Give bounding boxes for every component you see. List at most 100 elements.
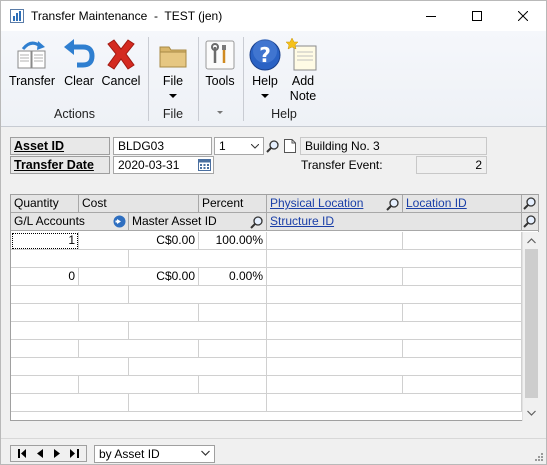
grid-cell[interactable] — [79, 376, 199, 394]
asset-suffix-value: 1 — [219, 139, 226, 153]
tools-label: Tools — [205, 74, 235, 88]
asset-suffix-select[interactable]: 1 — [214, 137, 264, 155]
grid-cell[interactable] — [267, 394, 522, 412]
grid-cell[interactable] — [267, 358, 522, 376]
master-asset-lookup-icon[interactable] — [249, 214, 265, 230]
structure-id-lookup-icon — [523, 215, 536, 228]
grid-cell[interactable] — [403, 232, 522, 250]
clear-button[interactable]: Clear — [59, 34, 99, 98]
calendar-icon[interactable] — [198, 159, 211, 171]
cancel-button[interactable]: Cancel — [100, 34, 142, 98]
transfer-date-field[interactable]: 2020-03-31 — [113, 156, 214, 174]
grid-cell[interactable] — [11, 250, 129, 268]
grid-cell[interactable] — [267, 340, 403, 358]
grid-cell[interactable]: 1 — [11, 232, 79, 250]
transfer-date-label: Transfer Date — [10, 156, 110, 174]
add-note-label-line1: Add — [291, 74, 315, 88]
col-structure-id[interactable]: Structure ID — [267, 213, 522, 231]
grid-cell[interactable] — [129, 394, 267, 412]
close-icon — [518, 11, 528, 21]
help-group-label: Help — [271, 107, 297, 121]
tools-menu-button[interactable]: Tools — [201, 34, 239, 98]
grid-cell[interactable] — [129, 286, 267, 304]
grid-cell[interactable]: 100.00% — [199, 232, 267, 250]
cancel-label: Cancel — [101, 74, 141, 88]
asset-lookup-button[interactable] — [265, 137, 281, 155]
physical-location-lookup-icon[interactable] — [385, 196, 401, 212]
asset-id-field[interactable]: BLDG03 — [113, 137, 212, 155]
last-record-button[interactable] — [68, 448, 80, 460]
grid-cell[interactable] — [11, 322, 129, 340]
grid-cell[interactable] — [267, 322, 522, 340]
grid-cell[interactable] — [199, 340, 267, 358]
grid-scrollbar[interactable] — [522, 232, 539, 421]
sort-by-value: by Asset ID — [99, 447, 160, 461]
gl-accounts-expand[interactable] — [111, 213, 129, 231]
grid-cell[interactable] — [403, 304, 522, 322]
first-record-button[interactable] — [17, 448, 29, 460]
chevron-down-icon — [201, 450, 210, 456]
grid-cell[interactable] — [79, 304, 199, 322]
transfer-maintenance-window: Transfer Maintenance - TEST (jen) Transf… — [0, 0, 547, 465]
scroll-thumb[interactable] — [525, 249, 538, 398]
grid-cell[interactable] — [403, 268, 522, 286]
grid-cell[interactable] — [129, 322, 267, 340]
scroll-up-button[interactable] — [523, 232, 540, 249]
minimize-button[interactable] — [408, 1, 454, 31]
close-button[interactable] — [500, 1, 546, 31]
ribbon: Transfer Clear Cancel Actions File File … — [1, 31, 546, 127]
grid-cell[interactable] — [267, 232, 403, 250]
grid-cell[interactable] — [79, 340, 199, 358]
next-record-button[interactable] — [51, 448, 63, 460]
help-menu-button[interactable]: ? Help — [246, 34, 284, 98]
grid-cell[interactable] — [11, 304, 79, 322]
maximize-button[interactable] — [454, 1, 500, 31]
ribbon-separator — [243, 37, 244, 121]
grid-cell[interactable]: 0.00% — [199, 268, 267, 286]
location-id-lookup[interactable] — [522, 195, 539, 213]
sort-by-select[interactable]: by Asset ID — [94, 445, 215, 463]
add-note-icon — [285, 37, 317, 71]
app-icon — [10, 9, 24, 23]
asset-description: Building No. 3 — [300, 137, 487, 155]
grid-cell[interactable] — [129, 358, 267, 376]
grid-cell[interactable] — [199, 376, 267, 394]
grid-cell[interactable] — [199, 304, 267, 322]
maximize-icon — [472, 11, 482, 21]
grid-cell[interactable] — [267, 286, 522, 304]
previous-record-button[interactable] — [34, 448, 46, 460]
add-note-button[interactable]: Add Note — [284, 34, 322, 103]
grid-cell[interactable] — [267, 304, 403, 322]
location-id-lookup-icon — [523, 197, 536, 210]
grid-cell[interactable]: C$0.00 — [79, 232, 199, 250]
grid-cell[interactable] — [403, 376, 522, 394]
grid-cell[interactable] — [267, 268, 403, 286]
grid-cell[interactable] — [11, 286, 129, 304]
tools-group-expander-icon[interactable] — [217, 111, 223, 114]
grid-cell[interactable] — [267, 250, 522, 268]
last-record-icon — [69, 449, 79, 458]
grid-cell[interactable]: C$0.00 — [79, 268, 199, 286]
structure-id-lookup[interactable] — [522, 213, 539, 231]
col-quantity: Quantity — [11, 195, 79, 213]
grid-cell[interactable]: 0 — [11, 268, 79, 286]
grid-cell[interactable] — [11, 394, 129, 412]
file-menu-button[interactable]: File — [152, 34, 194, 98]
col-cost: Cost — [79, 195, 199, 213]
grid-cell[interactable] — [267, 376, 403, 394]
col-physical-location[interactable]: Physical Location — [267, 195, 403, 213]
asset-id-link[interactable]: Asset ID — [14, 139, 64, 153]
grid-cell[interactable] — [129, 250, 267, 268]
scroll-down-button[interactable] — [523, 404, 540, 421]
col-location-id[interactable]: Location ID — [403, 195, 522, 213]
ribbon-separator — [148, 37, 149, 121]
asset-note-button[interactable] — [282, 137, 298, 155]
grid-cell[interactable] — [11, 376, 79, 394]
transfer-button[interactable]: Transfer — [7, 34, 57, 98]
grid-cell[interactable] — [11, 358, 129, 376]
resize-grip-icon[interactable] — [533, 451, 543, 461]
undo-icon — [64, 39, 95, 68]
record-navigation — [10, 445, 87, 462]
grid-cell[interactable] — [403, 340, 522, 358]
grid-cell[interactable] — [11, 340, 79, 358]
